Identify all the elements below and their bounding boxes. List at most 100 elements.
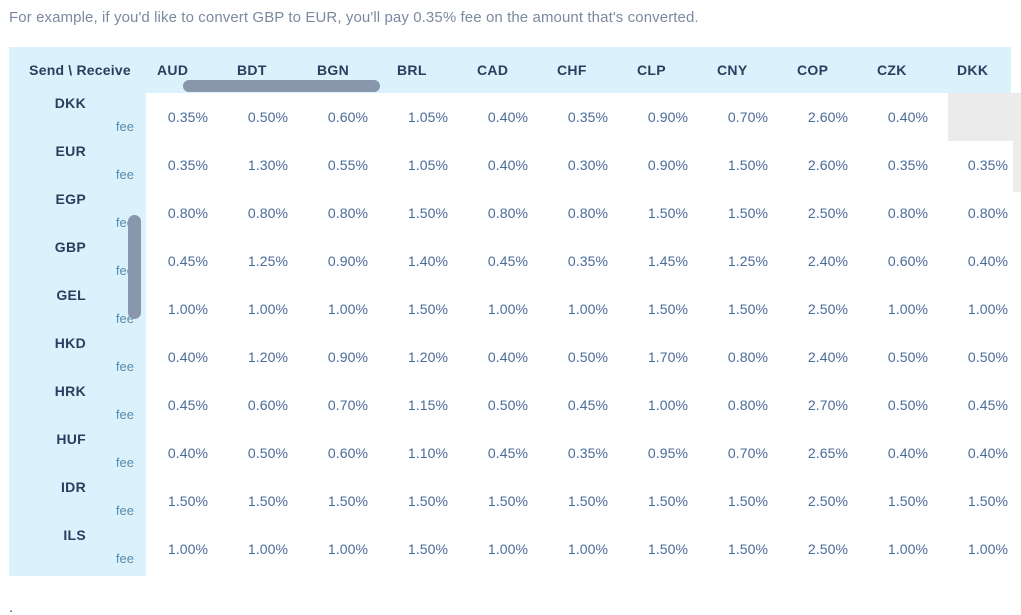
fee-cell[interactable]: 0.45% bbox=[468, 429, 548, 477]
column-header-brl[interactable]: BRL bbox=[397, 47, 477, 93]
fee-cell[interactable]: 1.00% bbox=[868, 285, 948, 333]
fee-cell[interactable]: 0.50% bbox=[468, 381, 548, 429]
fee-cell[interactable]: 1.10% bbox=[388, 429, 468, 477]
fee-cell[interactable]: 0.45% bbox=[468, 237, 548, 285]
column-header-cny[interactable]: CNY bbox=[717, 47, 797, 93]
fee-cell[interactable]: 0.50% bbox=[228, 429, 308, 477]
fee-cell[interactable]: 1.30% bbox=[228, 141, 308, 189]
fee-cell[interactable]: 0.80% bbox=[708, 333, 788, 381]
fee-cell[interactable]: 0.35% bbox=[548, 429, 628, 477]
row-header-eur[interactable]: EUR fee bbox=[9, 141, 146, 189]
fee-cell[interactable]: 1.50% bbox=[708, 189, 788, 237]
column-header-dkk[interactable]: DKK bbox=[957, 47, 1021, 93]
fee-cell[interactable]: 1.50% bbox=[388, 477, 468, 525]
column-header-cop[interactable]: COP bbox=[797, 47, 877, 93]
fee-cell[interactable]: 0.80% bbox=[148, 189, 228, 237]
fee-cell[interactable]: 1.05% bbox=[388, 141, 468, 189]
fee-cell[interactable]: 1.15% bbox=[388, 381, 468, 429]
fee-cell[interactable]: 1.00% bbox=[468, 525, 548, 573]
fee-cell[interactable]: 1.50% bbox=[628, 477, 708, 525]
fee-cell[interactable]: 2.70% bbox=[788, 381, 868, 429]
column-header-czk[interactable]: CZK bbox=[877, 47, 957, 93]
fee-cell[interactable]: 0.40% bbox=[468, 93, 548, 141]
fee-cell[interactable]: 0.60% bbox=[308, 93, 388, 141]
fee-cell[interactable]: 0.60% bbox=[308, 429, 388, 477]
row-header-gbp[interactable]: GBP fee bbox=[9, 237, 146, 285]
fee-cell[interactable]: 1.50% bbox=[708, 477, 788, 525]
fee-cell[interactable]: 0.50% bbox=[868, 381, 948, 429]
fee-cell[interactable]: 0.40% bbox=[468, 333, 548, 381]
fee-cell[interactable]: 0.80% bbox=[228, 189, 308, 237]
fee-cell[interactable]: 1.25% bbox=[228, 237, 308, 285]
horizontal-scrollbar-thumb[interactable] bbox=[183, 80, 380, 92]
fee-cell[interactable]: 2.40% bbox=[788, 237, 868, 285]
fee-cell[interactable]: 1.00% bbox=[468, 285, 548, 333]
fee-cell[interactable]: 1.25% bbox=[708, 237, 788, 285]
fee-cell[interactable]: 1.00% bbox=[948, 525, 1021, 573]
fee-cell[interactable]: 0.35% bbox=[948, 141, 1021, 189]
fee-cell[interactable]: 0.45% bbox=[948, 381, 1021, 429]
fee-cell[interactable]: 1.45% bbox=[628, 237, 708, 285]
fee-cell[interactable]: 1.00% bbox=[948, 285, 1021, 333]
fee-cell[interactable]: 0.45% bbox=[548, 381, 628, 429]
fee-cell[interactable]: 1.50% bbox=[708, 525, 788, 573]
row-header-hrk[interactable]: HRK fee bbox=[9, 381, 146, 429]
row-header-idr[interactable]: IDR fee bbox=[9, 477, 146, 525]
fee-cell[interactable]: 1.20% bbox=[228, 333, 308, 381]
fee-cell[interactable]: 0.40% bbox=[948, 429, 1021, 477]
fee-cell[interactable]: 0.45% bbox=[148, 237, 228, 285]
fee-cell[interactable]: 0.40% bbox=[148, 333, 228, 381]
fee-cell[interactable]: 1.50% bbox=[948, 477, 1021, 525]
fee-cell[interactable]: 0.40% bbox=[948, 237, 1021, 285]
fee-cell[interactable]: 1.00% bbox=[548, 525, 628, 573]
vertical-scrollbar-thumb[interactable] bbox=[128, 215, 141, 319]
fee-cell[interactable]: 0.95% bbox=[628, 429, 708, 477]
fee-cell[interactable]: 1.00% bbox=[228, 285, 308, 333]
fee-cell[interactable]: 0.35% bbox=[548, 237, 628, 285]
fee-cell[interactable]: 0.50% bbox=[868, 333, 948, 381]
row-header-egp[interactable]: EGP fee bbox=[9, 189, 146, 237]
fee-cell[interactable]: 2.65% bbox=[788, 429, 868, 477]
fee-cell[interactable]: 2.50% bbox=[788, 285, 868, 333]
fee-cell[interactable]: 1.00% bbox=[308, 525, 388, 573]
fee-cell[interactable]: 1.50% bbox=[388, 285, 468, 333]
fee-cell[interactable]: 1.50% bbox=[468, 477, 548, 525]
row-header-hkd[interactable]: HKD fee bbox=[9, 333, 146, 381]
fee-cell[interactable] bbox=[948, 93, 1021, 141]
fee-cell[interactable]: 0.60% bbox=[228, 381, 308, 429]
vertical-scrollbar-track[interactable] bbox=[1013, 140, 1021, 192]
fee-cell[interactable]: 0.80% bbox=[868, 189, 948, 237]
fee-cell[interactable]: 0.80% bbox=[548, 189, 628, 237]
fee-cell[interactable]: 1.00% bbox=[548, 285, 628, 333]
fee-cell[interactable]: 1.50% bbox=[388, 189, 468, 237]
column-header-clp[interactable]: CLP bbox=[637, 47, 717, 93]
fee-cell[interactable]: 0.40% bbox=[868, 93, 948, 141]
fee-cell[interactable]: 1.50% bbox=[628, 525, 708, 573]
fee-cell[interactable]: 0.90% bbox=[308, 237, 388, 285]
fee-cell[interactable]: 0.90% bbox=[628, 93, 708, 141]
fee-cell[interactable]: 0.35% bbox=[148, 141, 228, 189]
fee-cell[interactable]: 1.50% bbox=[388, 525, 468, 573]
fee-cell[interactable]: 0.70% bbox=[308, 381, 388, 429]
fee-cell[interactable]: 0.55% bbox=[308, 141, 388, 189]
fee-cell[interactable]: 0.80% bbox=[948, 189, 1021, 237]
fee-cell[interactable]: 1.50% bbox=[548, 477, 628, 525]
fee-cell[interactable]: 1.70% bbox=[628, 333, 708, 381]
fee-cell[interactable]: 0.90% bbox=[628, 141, 708, 189]
fee-cell[interactable]: 1.05% bbox=[388, 93, 468, 141]
fee-cell[interactable]: 1.00% bbox=[628, 381, 708, 429]
fee-cell[interactable]: 1.50% bbox=[228, 477, 308, 525]
row-header-dkk[interactable]: DKK fee bbox=[9, 93, 146, 141]
fee-cell[interactable]: 2.50% bbox=[788, 525, 868, 573]
fee-cell[interactable]: 2.60% bbox=[788, 93, 868, 141]
fee-cell[interactable]: 2.50% bbox=[788, 477, 868, 525]
fee-cell[interactable]: 1.00% bbox=[868, 525, 948, 573]
fee-cell[interactable]: 0.35% bbox=[548, 93, 628, 141]
fee-cell[interactable]: 0.30% bbox=[548, 141, 628, 189]
column-header-cad[interactable]: CAD bbox=[477, 47, 557, 93]
fee-cell[interactable]: 1.00% bbox=[228, 525, 308, 573]
fee-cell[interactable]: 2.40% bbox=[788, 333, 868, 381]
fee-cell[interactable]: 1.00% bbox=[148, 285, 228, 333]
fee-cell[interactable]: 1.50% bbox=[708, 285, 788, 333]
fee-cell[interactable]: 0.50% bbox=[948, 333, 1021, 381]
